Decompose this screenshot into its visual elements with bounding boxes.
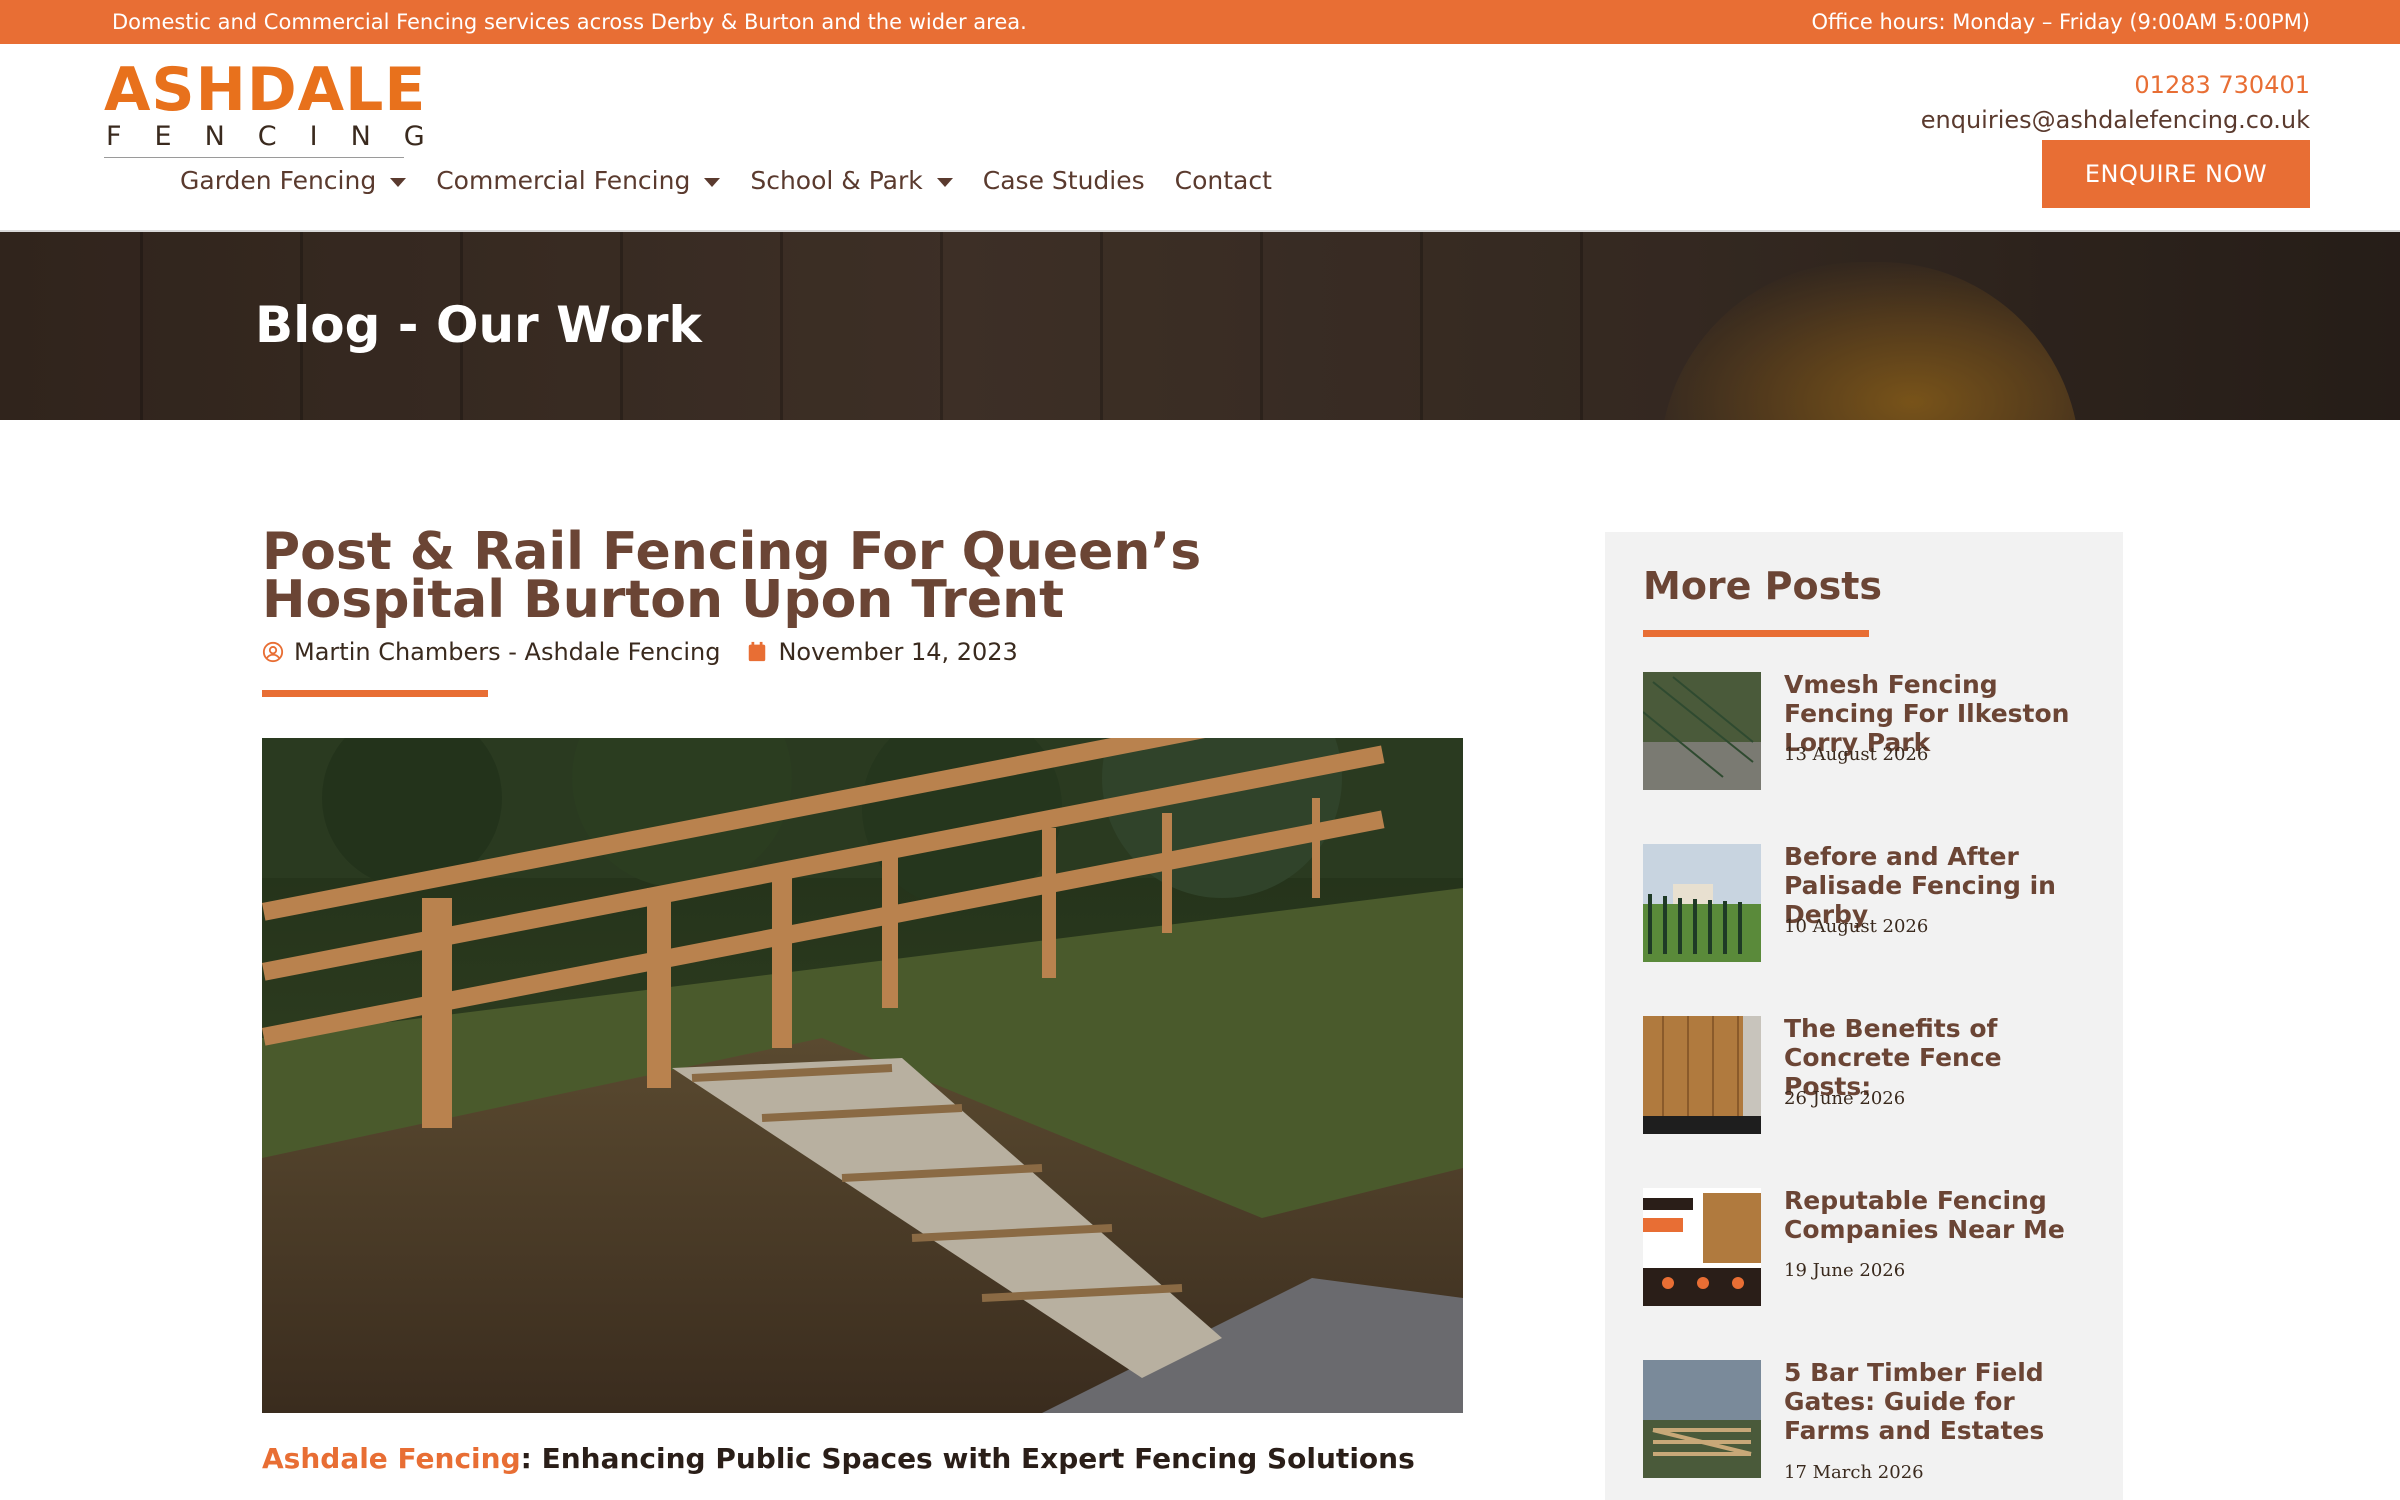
sidebar-post-item[interactable]: Vmesh Fencing Fencing For Ilkeston Lorry… [1643,670,2093,792]
nav-item-garden-fencing[interactable]: Garden Fencing [180,164,407,198]
caret-down-icon [704,177,721,187]
lead-brand-link[interactable]: Ashdale Fencing [262,1442,521,1475]
post-title[interactable]: 5 Bar Timber Field Gates: Guide for Farm… [1784,1358,2094,1445]
nav-item-commercial-fencing[interactable]: Commercial Fencing [436,164,721,198]
email-link[interactable]: enquiries@ashdalefencing.co.uk [1921,102,2310,138]
office-hours-text: Office hours: Monday – Friday (9:00AM 5:… [1811,10,2310,34]
site-header: ASHDALE FENCING Garden Fencing Commercia… [0,44,2400,232]
post-date: 13 August 2026 [1784,744,1929,765]
caret-down-icon [390,177,407,187]
header-contact: 01283 730401 enquiries@ashdalefencing.co… [1921,68,2310,138]
title-accent-line [262,690,488,697]
post-thumbnail[interactable] [1643,1360,1761,1478]
field-gate-thumb [1643,1360,1761,1478]
post-thumbnail[interactable] [1643,844,1761,962]
logo-brand-text: ASHDALE [104,55,427,125]
post-thumbnail[interactable] [1643,1016,1761,1134]
article-title: Post & Rail Fencing For Queen’s Hospital… [262,522,1202,630]
sidebar-post-item[interactable]: The Benefits of Concrete Fence Posts: 26… [1643,1014,2093,1136]
main-navigation: Garden Fencing Commercial Fencing School… [180,164,1302,198]
fencing-companies-thumb [1643,1188,1761,1306]
nav-item-label: Commercial Fencing [436,166,691,195]
top-info-bar: Domestic and Commercial Fencing services… [0,0,2400,44]
page-title: Blog - Our Work [255,296,702,354]
palisade-fence-thumb [1643,844,1761,962]
nav-item-label: School & Park [750,166,923,195]
sidebar-post-item[interactable]: 5 Bar Timber Field Gates: Guide for Farm… [1643,1358,2094,1483]
sidebar-post-item[interactable]: Reputable Fencing Companies Near Me 19 J… [1643,1186,2094,1308]
nav-item-label: Contact [1174,166,1272,195]
post-date: 17 March 2026 [1784,1462,1924,1483]
post-thumbnail[interactable] [1643,1188,1761,1306]
article-date: November 14, 2023 [778,638,1018,666]
post-date: 10 August 2026 [1784,916,1929,937]
lead-text: : Enhancing Public Spaces with Expert Fe… [520,1442,1415,1475]
sidebar-accent-line [1643,630,1869,637]
post-date: 26 June 2026 [1784,1088,1906,1109]
sidebar-heading: More Posts [1643,564,1883,608]
nav-item-label: Garden Fencing [180,166,377,195]
article-meta: Martin Chambers - Ashdale Fencing Novemb… [262,638,1462,666]
concrete-posts-thumb [1643,1016,1761,1134]
page-hero-banner: Blog - Our Work [0,232,2400,420]
calendar-icon [749,641,766,662]
enquire-now-button[interactable]: ENQUIRE NOW [2042,140,2310,208]
logo-sub-text: FENCING [106,121,458,152]
article-header: Post & Rail Fencing For Queen’s Hospital… [262,522,1462,697]
sidebar-post-item[interactable]: Before and After Palisade Fencing in Der… [1643,842,2093,964]
caret-down-icon [936,177,953,187]
nav-item-school-park[interactable]: School & Park [750,164,953,198]
logo-divider [104,157,404,158]
more-posts-sidebar: More Posts Vmesh Fencing Fencing For Ilk… [1605,532,2123,1500]
post-title[interactable]: Reputable Fencing Companies Near Me [1784,1186,2094,1244]
article-author[interactable]: Martin Chambers - Ashdale Fencing [294,638,720,666]
vmesh-fence-thumb [1643,672,1761,790]
nav-item-contact[interactable]: Contact [1175,164,1272,198]
article-featured-image [262,738,1463,1413]
phone-link[interactable]: 01283 730401 [1921,68,2310,102]
ashdale-logo[interactable]: ASHDALE FENCING [104,56,458,158]
post-date: 19 June 2026 [1784,1260,1906,1281]
nav-item-label: Case Studies [982,166,1145,195]
post-thumbnail[interactable] [1643,672,1761,790]
user-circle-icon [262,641,284,663]
post-and-rail-fence-photo [262,738,1463,1413]
article-lead: Ashdale Fencing: Enhancing Public Spaces… [262,1442,1415,1475]
service-area-text: Domestic and Commercial Fencing services… [112,10,1027,34]
nav-item-case-studies[interactable]: Case Studies [983,164,1145,198]
